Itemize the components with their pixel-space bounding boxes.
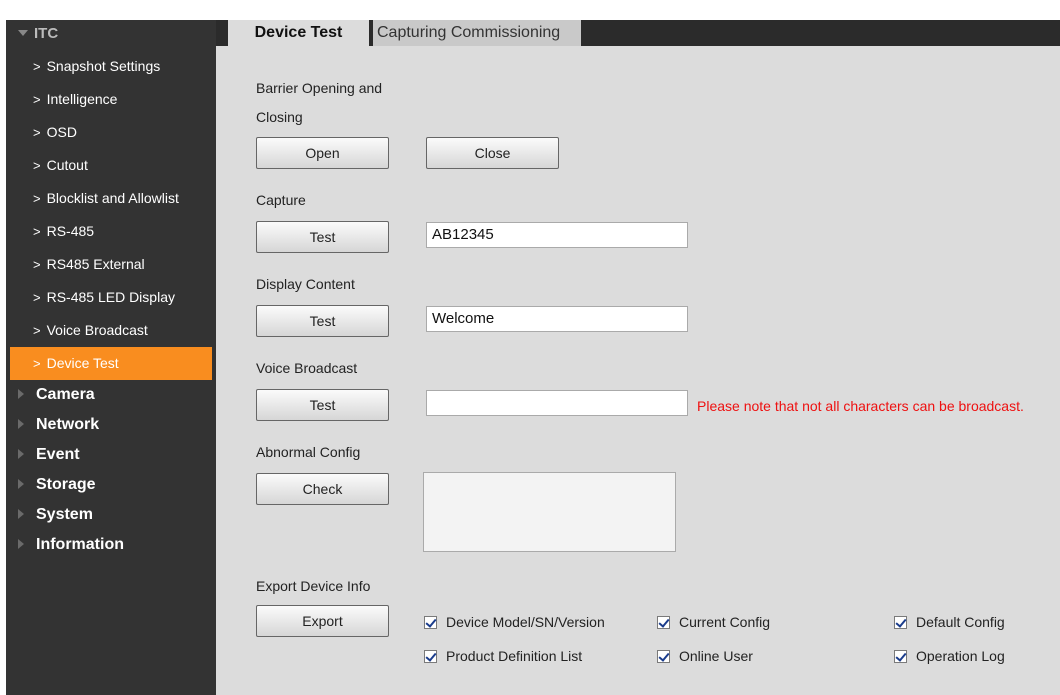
chevron-right-icon: > — [33, 158, 41, 173]
chevron-right-icon: > — [33, 92, 41, 107]
barrier-open-button[interactable]: Open — [256, 137, 389, 169]
barrier-close-button[interactable]: Close — [426, 137, 559, 169]
export-option-label: Device Model/SN/Version — [446, 614, 605, 630]
caret-right-icon — [18, 539, 24, 549]
sidebar-section-label: Camera — [36, 386, 95, 403]
abnormal-config-result-box[interactable] — [423, 472, 676, 552]
barrier-label-line2: Closing — [256, 109, 303, 125]
export-option-label: Operation Log — [916, 648, 1005, 664]
abnormal-config-check-button[interactable]: Check — [256, 473, 389, 505]
tab-device-test[interactable]: Device Test — [228, 20, 369, 46]
sidebar-item-rs485-external[interactable]: > RS485 External — [6, 248, 216, 281]
capture-test-button[interactable]: Test — [256, 221, 389, 253]
caret-right-icon — [18, 449, 24, 459]
chevron-right-icon: > — [33, 59, 41, 74]
caret-down-icon — [18, 30, 28, 36]
sidebar-item-cutout[interactable]: > Cutout — [6, 149, 216, 182]
export-option-current-config[interactable]: Current Config — [657, 614, 770, 630]
barrier-label-line1: Barrier Opening and — [256, 80, 383, 96]
sidebar-item-snapshot-settings[interactable]: > Snapshot Settings — [6, 50, 216, 83]
export-option-operation-log[interactable]: Operation Log — [894, 648, 1005, 664]
export-option-product-definition[interactable]: Product Definition List — [424, 648, 582, 664]
voice-broadcast-input[interactable] — [426, 390, 688, 416]
checkbox-checked-icon — [424, 650, 437, 663]
checkbox-checked-icon — [894, 650, 907, 663]
sidebar-section-camera[interactable]: Camera — [6, 380, 216, 410]
display-content-label: Display Content — [256, 276, 355, 292]
sidebar-section-label: Network — [36, 416, 100, 433]
sidebar-header-label: ITC — [34, 25, 59, 42]
sidebar-section-label: Event — [36, 446, 80, 463]
sidebar-section-system[interactable]: System — [6, 500, 216, 530]
abnormal-config-label: Abnormal Config — [256, 444, 361, 460]
sidebar-section-network[interactable]: Network — [6, 410, 216, 440]
chevron-right-icon: > — [33, 257, 41, 272]
display-content-test-button[interactable]: Test — [256, 305, 389, 337]
sidebar-item-voice-broadcast[interactable]: > Voice Broadcast — [6, 314, 216, 347]
sidebar-item-blocklist-allowlist[interactable]: > Blocklist and Allowlist — [6, 182, 216, 215]
caret-right-icon — [18, 509, 24, 519]
display-content-input[interactable]: Welcome — [426, 306, 688, 332]
sidebar-item-label: Snapshot Settings — [46, 58, 161, 74]
sidebar-item-rs485-led-display[interactable]: > RS-485 LED Display — [6, 281, 216, 314]
sidebar-section-information[interactable]: Information — [6, 530, 216, 560]
caret-right-icon — [18, 389, 24, 399]
export-option-label: Current Config — [679, 614, 771, 630]
export-option-label: Default Config — [916, 614, 1005, 630]
export-device-info-label: Export Device Info — [256, 578, 371, 594]
sidebar-item-label: Voice Broadcast — [46, 322, 148, 338]
sidebar-section-event[interactable]: Event — [6, 440, 216, 470]
sidebar-item-label: Device Test — [46, 355, 119, 371]
checkbox-checked-icon — [424, 616, 437, 629]
chevron-right-icon: > — [33, 224, 41, 239]
capture-plate-input[interactable]: AB12345 — [426, 222, 688, 248]
sidebar-item-label: OSD — [46, 124, 77, 140]
sidebar-header-itc[interactable]: ITC — [6, 20, 216, 50]
sidebar-item-label: Blocklist and Allowlist — [46, 190, 179, 206]
export-option-device-model[interactable]: Device Model/SN/Version — [424, 614, 605, 630]
chevron-right-icon: > — [33, 290, 41, 305]
sidebar-item-intelligence[interactable]: > Intelligence — [6, 83, 216, 116]
chevron-right-icon: > — [33, 125, 41, 140]
checkbox-checked-icon — [657, 650, 670, 663]
checkbox-checked-icon — [657, 616, 670, 629]
caret-right-icon — [18, 419, 24, 429]
sidebar-item-device-test[interactable]: > Device Test — [10, 347, 212, 380]
voice-broadcast-note: Please note that not all characters can … — [697, 398, 1024, 414]
device-test-panel: Barrier Opening and Closing Open Close C… — [216, 46, 1060, 695]
capture-label: Capture — [256, 192, 306, 208]
tab-capturing-commissioning[interactable]: Capturing Commissioning — [373, 20, 581, 46]
sidebar-item-label: RS-485 LED Display — [46, 289, 175, 305]
sidebar-section-label: Information — [36, 536, 124, 553]
sidebar: ITC > Snapshot Settings > Intelligence > OS… — [6, 20, 216, 695]
chevron-right-icon: > — [33, 323, 41, 338]
sidebar-section-storage[interactable]: Storage — [6, 470, 216, 500]
sidebar-section-label: Storage — [36, 476, 96, 493]
checkbox-checked-icon — [894, 616, 907, 629]
sidebar-item-label: RS485 External — [46, 256, 145, 272]
export-option-label: Online User — [679, 648, 753, 664]
sidebar-item-label: RS-485 — [46, 223, 95, 239]
sidebar-item-label: Cutout — [46, 157, 88, 173]
tab-bar: Device Test Capturing Commissioning — [216, 20, 1060, 46]
chevron-right-icon: > — [33, 356, 41, 371]
sidebar-item-label: Intelligence — [46, 91, 118, 107]
sidebar-section-label: System — [36, 506, 93, 523]
export-button[interactable]: Export — [256, 605, 389, 637]
export-option-label: Product Definition List — [446, 648, 583, 664]
caret-right-icon — [18, 479, 24, 489]
chevron-right-icon: > — [33, 191, 41, 206]
voice-broadcast-label: Voice Broadcast — [256, 360, 358, 376]
sidebar-item-rs485[interactable]: > RS-485 — [6, 215, 216, 248]
export-option-online-user[interactable]: Online User — [657, 648, 753, 664]
voice-broadcast-test-button[interactable]: Test — [256, 389, 389, 421]
sidebar-item-osd[interactable]: > OSD — [6, 116, 216, 149]
export-option-default-config[interactable]: Default Config — [894, 614, 1005, 630]
